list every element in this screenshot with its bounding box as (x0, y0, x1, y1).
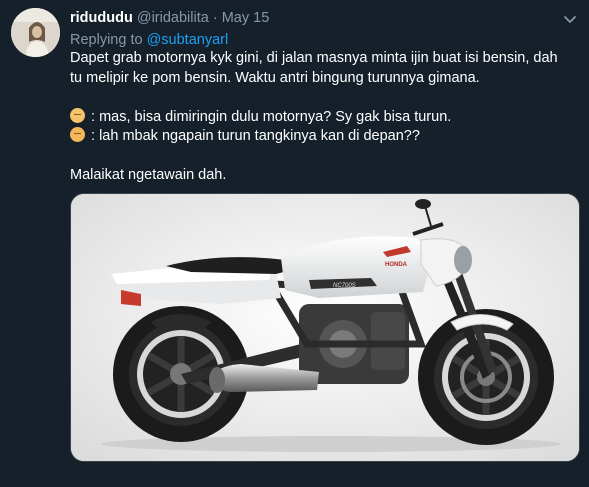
dialog-line-1: : mas, bisa dimiringin dulu motornya? Sy… (70, 107, 575, 128)
closing-line: Malaikat ngetawain dah. (70, 167, 227, 183)
replying-to-mention[interactable]: @subtanyarl (147, 32, 229, 48)
tweet-media-image[interactable]: NC700S HONDA (70, 193, 580, 462)
tweet-text-line: Dapet grab motornya kyk gini, di jalan m… (70, 50, 558, 66)
tweet-text-line: tu melipir ke pom bensin. Waktu antri bi… (70, 69, 480, 86)
avatar-image (11, 8, 60, 57)
display-name[interactable]: ridududu (70, 10, 133, 26)
motorcycle-image: NC700S HONDA (71, 194, 579, 461)
replying-to: Replying to @subtanyarl (70, 31, 228, 49)
dialog-text-1: : mas, bisa dimiringin dulu motornya? Sy… (91, 108, 452, 125)
tweet-text: Dapet grab motornya kyk gini, di jalan m… (70, 49, 575, 186)
dot-separator: · (212, 10, 218, 26)
dialog-line-2: : lah mbak ngapain turun tangkinya kan d… (70, 127, 575, 147)
dialog-text-2: : lah mbak ngapain turun tangkinya kan d… (91, 128, 420, 144)
chevron-down-icon[interactable] (561, 10, 579, 28)
woman-emoji-icon (70, 107, 85, 123)
man-emoji-icon (70, 127, 85, 142)
tweet-date[interactable]: May 15 (222, 10, 270, 26)
avatar[interactable] (11, 8, 60, 57)
tweet-header: ridududu @iridabilita · May 15 (70, 9, 549, 27)
honda-logo: HONDA (385, 262, 408, 268)
handle[interactable]: @iridabilita (137, 10, 209, 26)
replying-prefix: Replying to (70, 32, 143, 48)
svg-text:NC700S: NC700S (333, 283, 356, 289)
